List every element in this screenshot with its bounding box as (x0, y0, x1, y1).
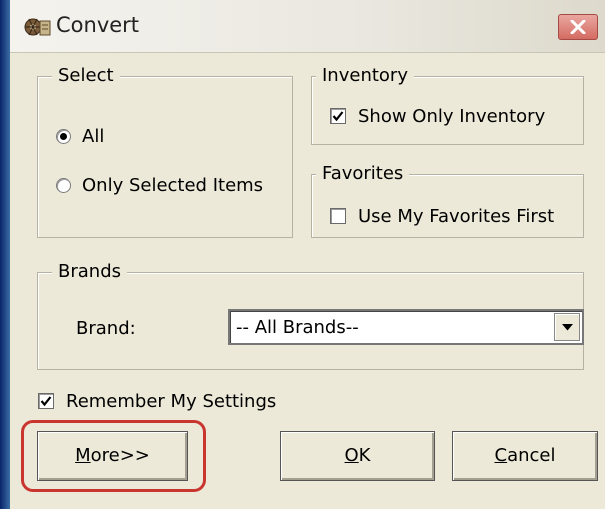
remember-settings-label: Remember My Settings (66, 391, 277, 412)
radio-only-selected[interactable]: Only Selected Items (56, 174, 263, 198)
show-only-inventory-checkbox[interactable]: Show Only Inventory (330, 105, 545, 129)
brands-group-label: Brands (52, 260, 127, 284)
radio-all[interactable]: All (56, 125, 104, 149)
close-icon (570, 20, 586, 34)
cancel-label: ancel (507, 445, 556, 466)
brand-dropdown-button[interactable] (554, 313, 580, 341)
radio-all-button[interactable] (56, 128, 71, 144)
select-group-label: Select (52, 64, 120, 88)
checkmark-icon (332, 111, 344, 122)
radio-all-label: All (82, 126, 105, 147)
inventory-group: Inventory Show Only Inventory (311, 64, 584, 145)
show-only-inventory-box[interactable] (330, 108, 346, 124)
remember-settings-box[interactable] (38, 393, 54, 409)
convert-dialog: Convert Select All Only Selected Items I… (0, 0, 605, 509)
radio-only-selected-button[interactable] (56, 177, 71, 193)
close-button[interactable] (558, 14, 598, 40)
window-title: Convert (56, 13, 140, 37)
favorites-group-label: Favorites (316, 162, 410, 186)
more-label: ore>> (90, 445, 150, 466)
more-mnemonic: M (75, 445, 91, 466)
ok-button[interactable]: OK (280, 431, 435, 481)
converter-app-icon (24, 15, 52, 39)
brand-select-value: -- All Brands-- (236, 317, 359, 338)
brand-field-label: Brand: (76, 318, 136, 339)
ok-label: K (358, 445, 371, 466)
brand-select[interactable]: -- All Brands-- (228, 309, 584, 345)
more-button[interactable]: More>> (37, 431, 188, 481)
inventory-group-label: Inventory (316, 64, 414, 88)
radio-only-selected-label: Only Selected Items (82, 175, 264, 196)
select-group: Select All Only Selected Items (37, 64, 293, 238)
checkmark-icon (40, 396, 52, 407)
cancel-mnemonic: C (494, 445, 508, 466)
remember-settings-checkbox[interactable]: Remember My Settings (38, 390, 276, 414)
chevron-down-icon (562, 324, 573, 331)
cancel-button[interactable]: Cancel (452, 431, 598, 481)
use-favorites-first-label: Use My Favorites First (358, 206, 555, 227)
show-only-inventory-label: Show Only Inventory (358, 106, 546, 127)
favorites-group: Favorites Use My Favorites First (311, 162, 584, 238)
title-bar[interactable]: Convert (10, 0, 605, 53)
use-favorites-first-box[interactable] (330, 208, 346, 224)
use-favorites-first-checkbox[interactable]: Use My Favorites First (330, 205, 554, 229)
window-left-edge (0, 0, 10, 509)
ok-mnemonic: O (344, 445, 359, 466)
